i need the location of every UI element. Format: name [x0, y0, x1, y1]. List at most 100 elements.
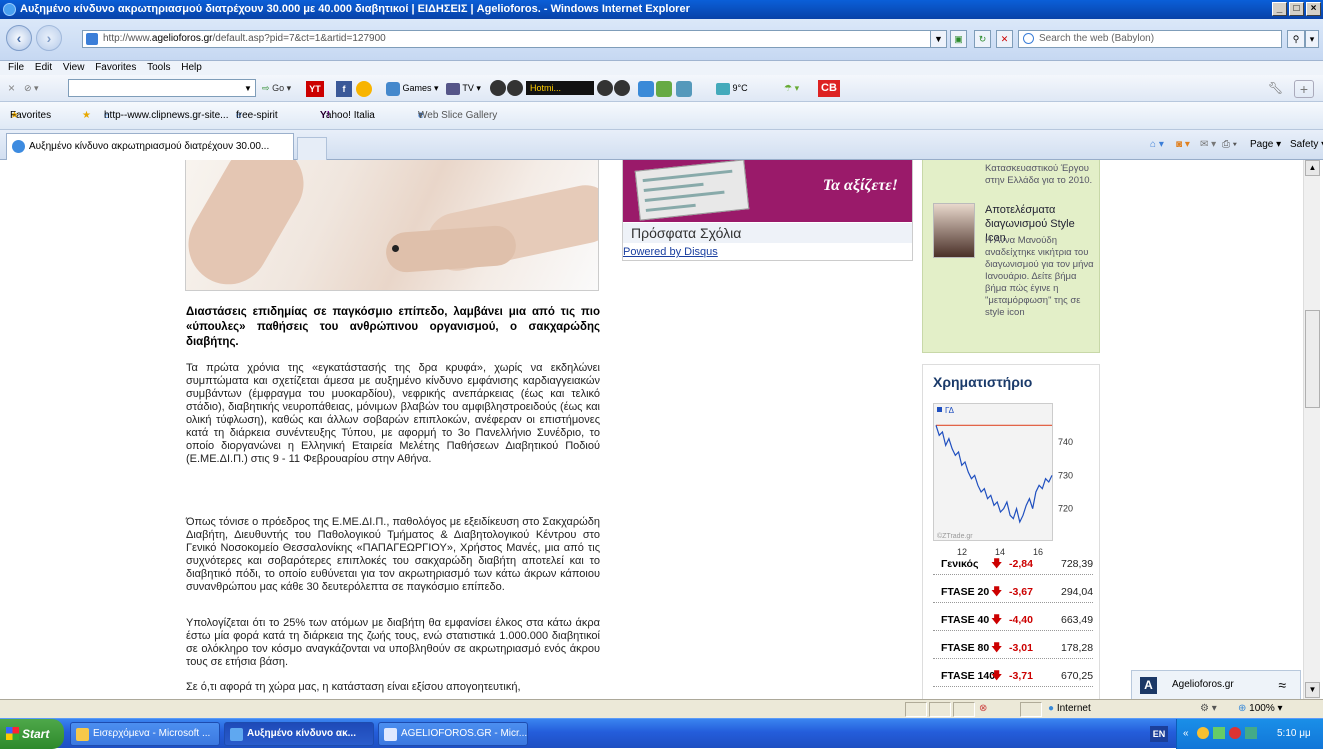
compatibility-icon[interactable]: ▣ — [950, 30, 967, 48]
down-arrow-icon: 🡇 — [991, 614, 1003, 626]
menu-tools[interactable]: Tools — [147, 61, 170, 75]
chat-icon[interactable] — [638, 81, 654, 97]
refresh-icon[interactable]: ↻ — [974, 30, 991, 48]
feeds-icon[interactable]: ◙ ▾ — [1176, 130, 1190, 160]
radio-next-icon[interactable] — [597, 80, 613, 96]
add-toolbar-icon[interactable]: + — [1294, 80, 1314, 98]
tray-expand-icon[interactable]: « — [1183, 719, 1189, 749]
url-path: /default.asp?pid=7&ct=1&artid=127900 — [212, 33, 386, 44]
page-menu[interactable]: Page ▾ — [1250, 130, 1281, 160]
maximize-button[interactable]: □ — [1289, 2, 1304, 16]
mail-icon[interactable] — [676, 81, 692, 97]
address-toolbar: ‹ › http://www.agelioforos.gr/default.as… — [0, 19, 1323, 61]
safety-menu[interactable]: Safety ▾ — [1290, 130, 1323, 160]
close-button[interactable]: × — [1306, 2, 1321, 16]
back-button[interactable]: ‹ — [6, 25, 32, 51]
close-toolbar-icon[interactable]: × — [8, 79, 15, 98]
toolbar-logo-icon[interactable]: ⊘ ▾ — [24, 79, 39, 98]
collapse-icon[interactable]: ≈ — [1278, 671, 1286, 699]
web-page: Διαστάσεις επιδημίας σε παγκόσμιο επίπεδ… — [0, 160, 1303, 699]
toolbar-search-dropdown-icon[interactable]: ▼ — [244, 79, 252, 98]
photos-icon[interactable] — [656, 81, 672, 97]
stock-row-value: 294,04 — [1061, 586, 1094, 598]
taskbar-item-ie-active[interactable]: Αυξημένο κίνδυνο ακ... — [224, 722, 374, 746]
vertical-scrollbar[interactable]: ▲ ▼ — [1303, 160, 1320, 699]
address-input[interactable]: http://www.agelioforos.gr/default.asp?pi… — [82, 30, 944, 48]
youtube-icon[interactable]: YT — [306, 81, 324, 97]
facebook-icon[interactable]: f — [336, 81, 352, 97]
stock-row: FTASE 20 🡇 -3,67 294,04 — [933, 581, 1093, 603]
stock-row-name: FTASE 40 — [941, 614, 990, 626]
menu-view[interactable]: View — [63, 61, 85, 75]
language-indicator[interactable]: EN — [1150, 726, 1168, 742]
messenger-icon[interactable] — [356, 81, 372, 97]
clock[interactable]: 5:10 μμ — [1277, 719, 1311, 749]
stock-chart-svg: ΓΔ©ZTrade.gr74073072012 14 16 — [935, 406, 1073, 557]
stock-row-change: -2,84 — [1009, 558, 1033, 570]
ie-page-icon — [12, 140, 25, 153]
stop-icon[interactable]: ✕ — [996, 30, 1013, 48]
window-titlebar[interactable]: Αυξημένο κίνδυνο ακρωτηριασμού διατρέχου… — [0, 0, 1323, 19]
tray-messenger-icon[interactable] — [1197, 727, 1209, 739]
scroll-thumb[interactable] — [1305, 310, 1320, 408]
tray-antivirus-icon[interactable] — [1245, 727, 1257, 739]
stock-market-box: Χρηματιστήριο ΓΔ ©ZTrade.gr 740 730 720 12 14 1… — [922, 364, 1100, 699]
legend-swatch — [937, 407, 942, 412]
promo-banner[interactable]: Τα αξίζετε! — [623, 160, 912, 222]
notification-toast[interactable]: A Agelioforos.gr ≈ — [1131, 670, 1301, 699]
mail-read-icon[interactable]: ✉ ▾ — [1200, 130, 1216, 160]
menu-edit[interactable]: Edit — [35, 61, 52, 75]
new-tab-button[interactable] — [297, 137, 327, 160]
cb-icon[interactable]: CB — [818, 80, 840, 97]
weather-button[interactable]: 9°C — [716, 79, 748, 98]
stock-row-change: -3,67 — [1009, 586, 1033, 598]
down-arrow-icon: 🡇 — [991, 670, 1003, 682]
go-button[interactable]: ⇨ Go ▾ — [262, 79, 291, 98]
volume-icon[interactable] — [614, 80, 630, 96]
search-options-icon[interactable]: ▾ — [1305, 30, 1319, 48]
system-tray: « 5:10 μμ — [1176, 719, 1323, 749]
games-button[interactable]: Games ▾ — [386, 79, 439, 98]
zoom-control[interactable]: ⊕ 100% ▾ — [1238, 700, 1283, 718]
radio-prev-icon[interactable] — [490, 80, 506, 96]
scroll-down-button[interactable]: ▼ — [1305, 682, 1320, 698]
taskbar-item-outlook[interactable]: Εισερχόμενα - Microsoft ... — [70, 722, 220, 746]
forward-button[interactable]: › — [36, 25, 62, 51]
internet-zone[interactable]: ● Internet — [1048, 700, 1091, 718]
stock-row-name: FTASE 20 — [941, 586, 990, 598]
add-favorites-icon[interactable]: ★ — [82, 102, 91, 130]
tab-active[interactable]: Αυξημένο κίνδυνο ακρωτηριασμού διατρέχου… — [6, 133, 294, 160]
menu-file[interactable]: File — [8, 61, 24, 75]
fav-web-slice-gallery[interactable]: e Web Slice Gallery ▾ — [418, 102, 497, 130]
style-icon-thumbnail[interactable] — [933, 203, 975, 258]
tray-network-icon[interactable] — [1213, 727, 1225, 739]
toolbar-search-input[interactable] — [68, 79, 256, 97]
y-tick-label: 730 — [1058, 470, 1073, 480]
home-icon[interactable]: ⌂ ▾ — [1150, 130, 1164, 160]
legend-label: ΓΔ — [945, 406, 955, 415]
menu-help[interactable]: Help — [181, 61, 202, 75]
search-icon[interactable]: ⚲ — [1287, 30, 1305, 48]
hotmail-dropdown[interactable]: Hotmi... — [526, 81, 594, 95]
search-input[interactable]: Search the web (Babylon) — [1018, 30, 1282, 48]
menu-favorites[interactable]: Favorites — [95, 61, 136, 75]
favorites-bar: ★ Favorites ★ e http--www.clipnews.gr-si… — [0, 102, 1323, 130]
tv-button[interactable]: TV ▾ — [446, 79, 481, 98]
scroll-up-button[interactable]: ▲ — [1305, 160, 1320, 176]
print-icon[interactable]: ⎙ ▾ — [1222, 130, 1237, 160]
radio-play-icon[interactable] — [507, 80, 523, 96]
stock-row-name: FTASE 140 — [941, 670, 996, 682]
start-button[interactable]: Start — [0, 719, 64, 749]
stock-row-change: -4,40 — [1009, 614, 1033, 626]
shopping-icon[interactable]: ☂ ▾ — [784, 79, 799, 98]
wrench-icon[interactable]: 🔧︎ — [1268, 79, 1283, 98]
popup-blocked-icon[interactable]: ⊗ — [979, 700, 987, 718]
protected-mode-icon[interactable]: ⚙ ▾ — [1200, 700, 1217, 718]
stock-row-name: Γενικός — [941, 558, 979, 570]
dropdown-icon[interactable]: ▼ — [930, 30, 947, 48]
toast-label: Agelioforos.gr — [1172, 679, 1234, 690]
tray-security-icon[interactable] — [1229, 727, 1241, 739]
taskbar-item-word[interactable]: AGELIOFOROS.GR - Micr... — [378, 722, 528, 746]
minimize-button[interactable]: _ — [1272, 2, 1287, 16]
powered-by-disqus-link[interactable]: Powered by Disqus — [623, 246, 718, 258]
